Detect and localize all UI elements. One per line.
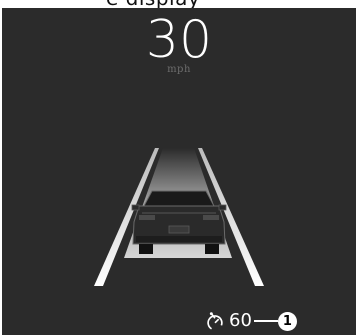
current-speed: 30 xyxy=(145,10,213,70)
set-speed-value: 60 xyxy=(229,310,252,331)
cruise-control-icon xyxy=(207,312,223,331)
cropped-heading-text: e display xyxy=(106,0,200,8)
callout-leader-line xyxy=(253,320,278,322)
cropped-heading: e display xyxy=(0,0,360,8)
set-speed-indicator: 60 1 xyxy=(204,307,297,335)
instrument-display: 30 mph 60 1 xyxy=(2,8,356,335)
speed-unit: mph xyxy=(167,64,191,75)
callout-marker: 1 xyxy=(277,311,297,331)
